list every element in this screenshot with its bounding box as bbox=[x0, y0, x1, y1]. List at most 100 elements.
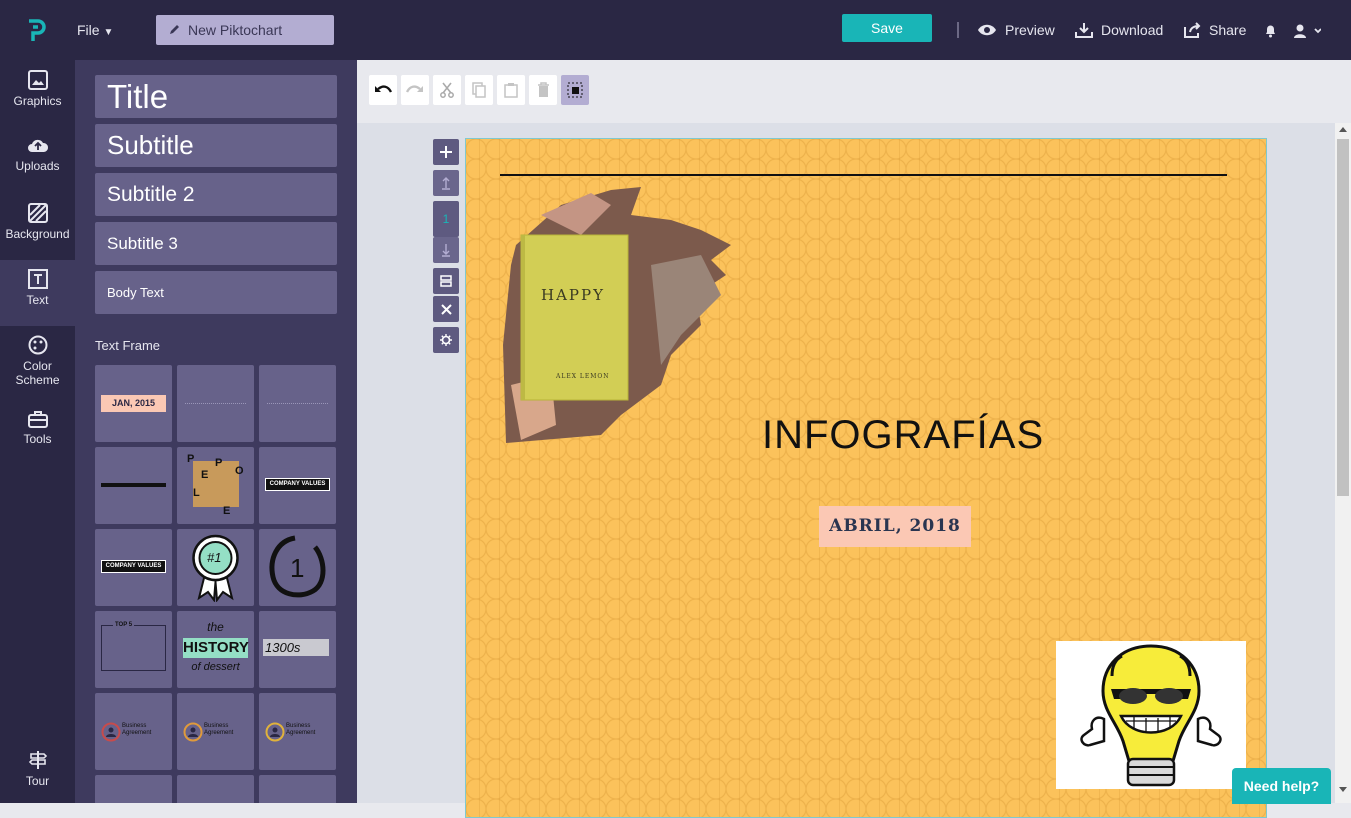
rail-tools[interactable]: Tools bbox=[0, 410, 75, 476]
title-style-button[interactable]: Title bbox=[95, 75, 337, 118]
scroll-up-icon[interactable] bbox=[1339, 126, 1347, 132]
clipboard-icon bbox=[504, 83, 518, 98]
people-letter-3: P bbox=[215, 457, 223, 469]
cut-button[interactable] bbox=[433, 75, 461, 105]
save-button[interactable]: Save bbox=[842, 14, 932, 42]
signpost-icon bbox=[28, 751, 47, 769]
business-person-icon bbox=[101, 722, 121, 742]
business-label-1b: Agreement bbox=[122, 730, 152, 736]
bell-icon[interactable] bbox=[1264, 23, 1277, 38]
rail-background-label: Background bbox=[5, 227, 70, 241]
date-badge[interactable]: ABRIL, 2018 bbox=[819, 506, 971, 547]
move-page-down-button[interactable] bbox=[433, 237, 459, 263]
left-rail: Graphics Uploads Background Text Color S… bbox=[0, 60, 75, 803]
piktochart-logo-icon[interactable] bbox=[26, 18, 48, 44]
duplicate-page-button[interactable] bbox=[433, 268, 459, 294]
ribbon-badge-icon bbox=[192, 534, 239, 602]
top-divider-line[interactable] bbox=[500, 174, 1227, 176]
palette-icon bbox=[28, 335, 47, 355]
pattern-icon bbox=[27, 203, 48, 223]
copy-icon bbox=[472, 82, 486, 98]
people-letter-2: E bbox=[201, 469, 209, 481]
text-frame-company-values-2[interactable]: COMPANY VALUES bbox=[95, 529, 172, 606]
subtitle3-style-button[interactable]: Subtitle 3 bbox=[95, 222, 337, 265]
infographic-page[interactable]: HAPPY Alex Lemon INFOGRAFÍAS ABRIL, 2018 bbox=[465, 138, 1267, 818]
business-label-3b: Agreement bbox=[286, 730, 316, 736]
frame-company-values-label-2: COMPANY VALUES bbox=[101, 560, 166, 573]
document-title-text: New Piktochart bbox=[188, 22, 283, 38]
text-frame-circle[interactable]: 1 bbox=[259, 529, 336, 606]
text-frame-top5[interactable]: TOP 5 bbox=[95, 611, 172, 688]
main-heading[interactable]: INFOGRAFÍAS bbox=[762, 413, 1044, 458]
badge-number: #1 bbox=[207, 550, 222, 565]
rail-color-scheme[interactable]: Color Scheme bbox=[0, 335, 75, 401]
need-help-button[interactable]: Need help? bbox=[1232, 768, 1331, 804]
rail-text[interactable]: Text bbox=[0, 260, 75, 326]
text-frame-row6-1[interactable] bbox=[95, 775, 172, 803]
text-frame-row6-2[interactable] bbox=[177, 775, 254, 803]
document-title-input[interactable]: New Piktochart bbox=[156, 15, 334, 45]
text-frame-dots-2[interactable] bbox=[259, 365, 336, 442]
history-the: the bbox=[207, 620, 224, 634]
user-icon[interactable] bbox=[1293, 23, 1321, 38]
pencil-icon bbox=[170, 25, 179, 34]
scrollbar-thumb[interactable] bbox=[1337, 139, 1349, 496]
file-menu[interactable]: File ▼ bbox=[77, 22, 113, 38]
plus-icon bbox=[440, 146, 452, 158]
people-letter-5: L bbox=[193, 487, 200, 499]
subtitle-style-button[interactable]: Subtitle bbox=[95, 124, 337, 167]
delete-button[interactable] bbox=[529, 75, 557, 105]
page-settings-button[interactable] bbox=[433, 327, 459, 353]
text-frame-row6-3[interactable] bbox=[259, 775, 336, 803]
share-label: Share bbox=[1209, 22, 1247, 38]
gear-icon bbox=[440, 334, 452, 346]
frame-top5-label: TOP 5 bbox=[113, 622, 135, 628]
text-frame-jan[interactable]: JAN, 2015 bbox=[95, 365, 172, 442]
text-frame-dots[interactable] bbox=[177, 365, 254, 442]
text-frame-badge[interactable]: #1 bbox=[177, 529, 254, 606]
vertical-scrollbar[interactable] bbox=[1335, 123, 1351, 803]
subtitle2-style-button[interactable]: Subtitle 2 bbox=[95, 173, 337, 216]
trash-icon bbox=[537, 82, 549, 97]
text-frame-year[interactable]: 1300s bbox=[259, 611, 336, 688]
text-frame-company-values[interactable]: COMPANY VALUES bbox=[259, 447, 336, 524]
share-button[interactable]: Share bbox=[1184, 22, 1246, 38]
text-frame-history[interactable]: the HISTORY of dessert bbox=[177, 611, 254, 688]
rail-uploads[interactable]: Uploads bbox=[0, 137, 75, 203]
copy-button[interactable] bbox=[465, 75, 493, 105]
text-frame-business-1[interactable]: Business Agreement bbox=[95, 693, 172, 770]
lightbulb-image[interactable] bbox=[1056, 641, 1246, 789]
move-page-up-button[interactable] bbox=[433, 170, 459, 196]
download-label: Download bbox=[1101, 22, 1164, 38]
redo-icon bbox=[406, 85, 423, 93]
book-photo[interactable] bbox=[501, 185, 741, 443]
arrow-down-icon bbox=[442, 244, 450, 257]
preview-button[interactable]: Preview bbox=[977, 22, 1055, 38]
download-button[interactable]: Download bbox=[1075, 22, 1163, 38]
business-label-1a: Business bbox=[122, 723, 147, 729]
delete-page-button[interactable] bbox=[433, 296, 459, 322]
rail-graphics[interactable]: Graphics bbox=[0, 70, 75, 136]
business-label-2b: Agreement bbox=[204, 730, 234, 736]
paste-button[interactable] bbox=[497, 75, 525, 105]
redo-button[interactable] bbox=[401, 75, 429, 105]
toolbar-divider bbox=[957, 22, 959, 38]
undo-button[interactable] bbox=[369, 75, 397, 105]
frame-year-label: 1300s bbox=[263, 639, 329, 656]
text-frame-business-3[interactable]: Business Agreement bbox=[259, 693, 336, 770]
add-page-button[interactable] bbox=[433, 139, 459, 165]
select-tool-button[interactable] bbox=[561, 75, 589, 105]
scroll-down-icon[interactable] bbox=[1339, 787, 1347, 793]
rail-color-label-2: Scheme bbox=[15, 373, 60, 387]
text-frame-business-2[interactable]: Business Agreement bbox=[177, 693, 254, 770]
text-frame-black-bar[interactable] bbox=[95, 447, 172, 524]
frame-top5-box bbox=[101, 625, 166, 671]
rail-tour[interactable]: Tour bbox=[0, 750, 75, 816]
frame-dots-line bbox=[185, 403, 246, 404]
arrow-up-icon bbox=[442, 177, 450, 190]
text-frame-heading: Text Frame bbox=[95, 338, 161, 353]
body-text-style-button[interactable]: Body Text bbox=[95, 271, 337, 314]
frame-jan-label: JAN, 2015 bbox=[101, 395, 166, 412]
share-icon bbox=[1184, 22, 1201, 38]
text-frame-people[interactable]: P E P O L E bbox=[177, 447, 254, 524]
